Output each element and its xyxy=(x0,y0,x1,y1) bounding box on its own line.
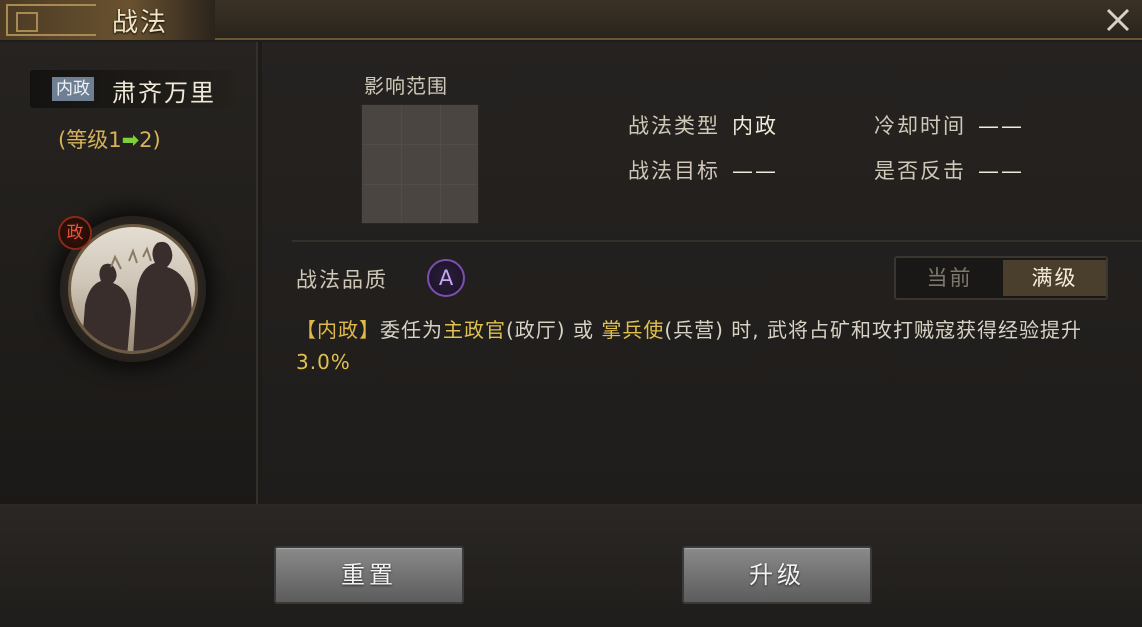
skill-summary-panel: 内政 肃齐万里 (等级1➡2) 政 xyxy=(0,42,258,504)
portrait-silhouettes-icon xyxy=(81,241,195,351)
skill-description: 【内政】委任为主政官(政厅) 或 掌兵使(兵营) 时, 武将占矿和攻打贼寇获得经… xyxy=(296,318,1083,374)
grid-line xyxy=(401,105,402,223)
info-counterattack: 是否反击 —— xyxy=(874,159,1024,183)
grid-line xyxy=(362,144,478,145)
desc-highlight: 主政官 xyxy=(443,318,506,342)
skill-name: 肃齐万里 xyxy=(112,79,216,107)
quality-label: 战法品质 xyxy=(296,268,388,292)
action-bar: 重置 升级 xyxy=(0,504,1142,627)
level-from: (等级1 xyxy=(58,128,122,152)
divider xyxy=(292,240,1142,242)
reset-button[interactable]: 重置 xyxy=(274,546,464,604)
level-arrow-icon: ➡ xyxy=(121,128,140,152)
range-label: 影响范围 xyxy=(364,74,448,98)
tab-max-level[interactable]: 满级 xyxy=(1003,260,1106,296)
info-cooldown: 冷却时间 —— xyxy=(874,114,1024,138)
close-icon xyxy=(1106,8,1130,32)
skill-name-box: 内政 肃齐万里 xyxy=(30,70,236,108)
grid-line xyxy=(362,184,478,185)
upgrade-button[interactable]: 升级 xyxy=(682,546,872,604)
level-to: 2) xyxy=(139,128,161,152)
level-indicator: (等级1➡2) xyxy=(58,124,161,154)
close-button[interactable] xyxy=(1102,4,1134,36)
tab-current-level[interactable]: 当前 xyxy=(898,260,1001,296)
title-tab xyxy=(0,0,215,40)
desc-tag: 【内政】 xyxy=(296,318,380,342)
skill-type-badge: 内政 xyxy=(52,77,94,101)
desc-value: 3.0% xyxy=(296,350,351,374)
info-skill-type: 战法类型 内政 xyxy=(628,114,778,138)
level-toggle: 当前 满级 xyxy=(894,256,1108,300)
quality-grade-badge: A xyxy=(427,259,465,297)
range-grid xyxy=(361,104,479,224)
skill-detail-panel: 影响范围 战法类型 内政 冷却时间 —— 战法目标 —— 是否反击 —— 战法品质 A … xyxy=(262,42,1142,504)
title-ornament-icon xyxy=(6,4,96,36)
category-badge: 政 xyxy=(58,216,92,250)
desc-highlight: 掌兵使 xyxy=(601,318,665,342)
page-title: 战法 xyxy=(112,8,169,38)
info-skill-target: 战法目标 —— xyxy=(628,159,778,183)
grid-line xyxy=(440,105,441,223)
title-bar: 战法 xyxy=(0,0,1142,40)
